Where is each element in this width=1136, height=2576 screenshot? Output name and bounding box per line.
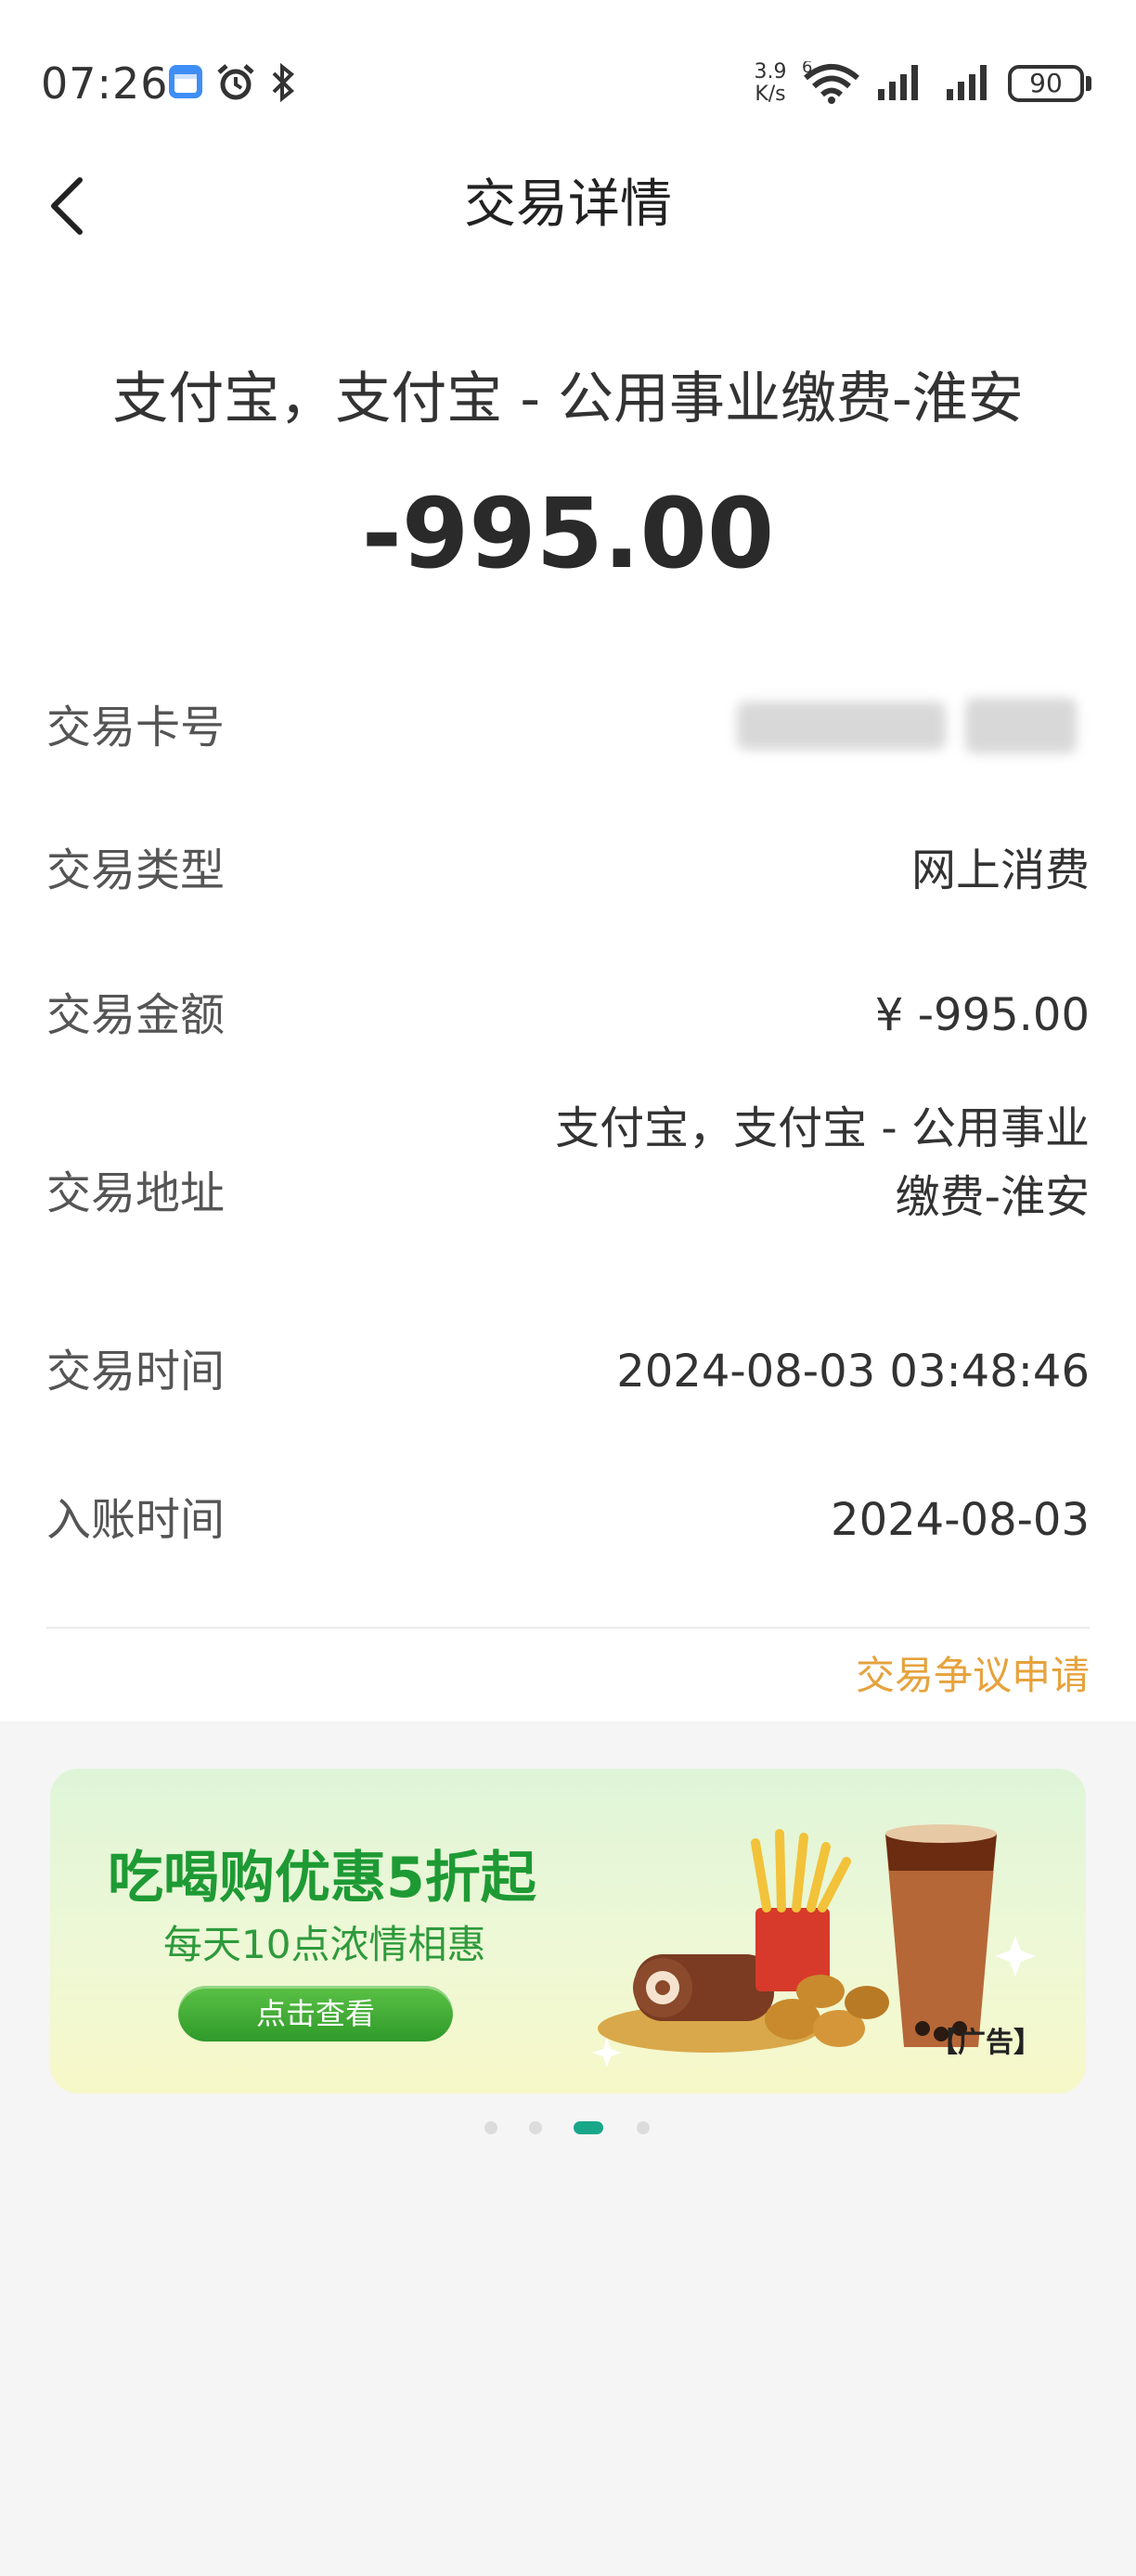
network-speed: 3.9 K/s [754, 60, 787, 106]
row-label: 交易金额 [46, 989, 226, 1041]
carousel-dot-active[interactable] [574, 2121, 603, 2134]
ad-label: 【广告】 [930, 2027, 1041, 2059]
row-value: 2024-08-03 [831, 1494, 1090, 1546]
row-value: ¥ -995.00 [874, 989, 1090, 1041]
calendar-icon [169, 65, 202, 98]
svg-text:6: 6 [802, 61, 812, 77]
status-bar: 07:26 3.9 K/s 6 90 [0, 0, 1136, 139]
detail-row-address: 交易地址 支付宝，支付宝 - 公用事业 缴费-淮安 [46, 1086, 1090, 1290]
row-value-line2: 缴费-淮安 [895, 1171, 1090, 1223]
carousel-indicator [0, 2118, 1136, 2136]
masked-card-number [737, 694, 1080, 757]
ad-cta-button[interactable]: 点击查看 [178, 1986, 453, 2041]
detail-row-card-number: 交易卡号 [46, 650, 1090, 798]
signal-icon [947, 65, 987, 100]
row-value-line1: 支付宝，支付宝 - 公用事业 [555, 1102, 1090, 1154]
carousel-dot[interactable] [484, 2121, 497, 2134]
ad-headline: 吃喝购优惠5折起 [108, 1846, 536, 1911]
row-label: 交易卡号 [46, 702, 226, 753]
carousel-dot[interactable] [637, 2121, 650, 2134]
ad-banner[interactable]: 吃喝购优惠5折起 每天10点浓情相惠 点击查看 【广告】 [50, 1769, 1086, 2093]
carousel-dot[interactable] [529, 2121, 542, 2134]
battery-icon: 90 [1008, 65, 1084, 102]
transaction-amount: -995.00 [361, 477, 775, 590]
dispute-link[interactable]: 交易争议申请 [856, 1650, 1090, 1702]
detail-row-time: 交易时间 2024-08-03 03:48:46 [46, 1290, 1090, 1438]
detail-row-type: 交易类型 网上消费 [46, 798, 1090, 937]
status-time: 07:26 [41, 58, 169, 109]
wifi-icon: 6 [802, 61, 859, 104]
detail-row-posting-date: 入账时间 2024-08-03 [46, 1438, 1090, 1587]
ad-subline: 每天10点浓情相惠 [163, 1922, 486, 1967]
page-title: 交易详情 [464, 174, 672, 235]
row-label: 交易类型 [46, 844, 226, 896]
row-label: 交易地址 [46, 1167, 226, 1219]
row-label: 入账时间 [46, 1494, 226, 1546]
alarm-icon [217, 64, 254, 100]
signal-icon [878, 65, 918, 100]
row-value: 网上消费 [910, 844, 1090, 896]
row-label: 交易时间 [46, 1346, 226, 1397]
merchant-name: 支付宝，支付宝 - 公用事业缴费-淮安 [112, 367, 1024, 431]
divider [46, 1627, 1090, 1629]
detail-row-amount: 交易金额 ¥ -995.00 [46, 937, 1090, 1086]
battery-tip [1086, 76, 1091, 91]
row-value: 2024-08-03 03:48:46 [616, 1346, 1090, 1397]
bluetooth-icon [272, 63, 294, 102]
